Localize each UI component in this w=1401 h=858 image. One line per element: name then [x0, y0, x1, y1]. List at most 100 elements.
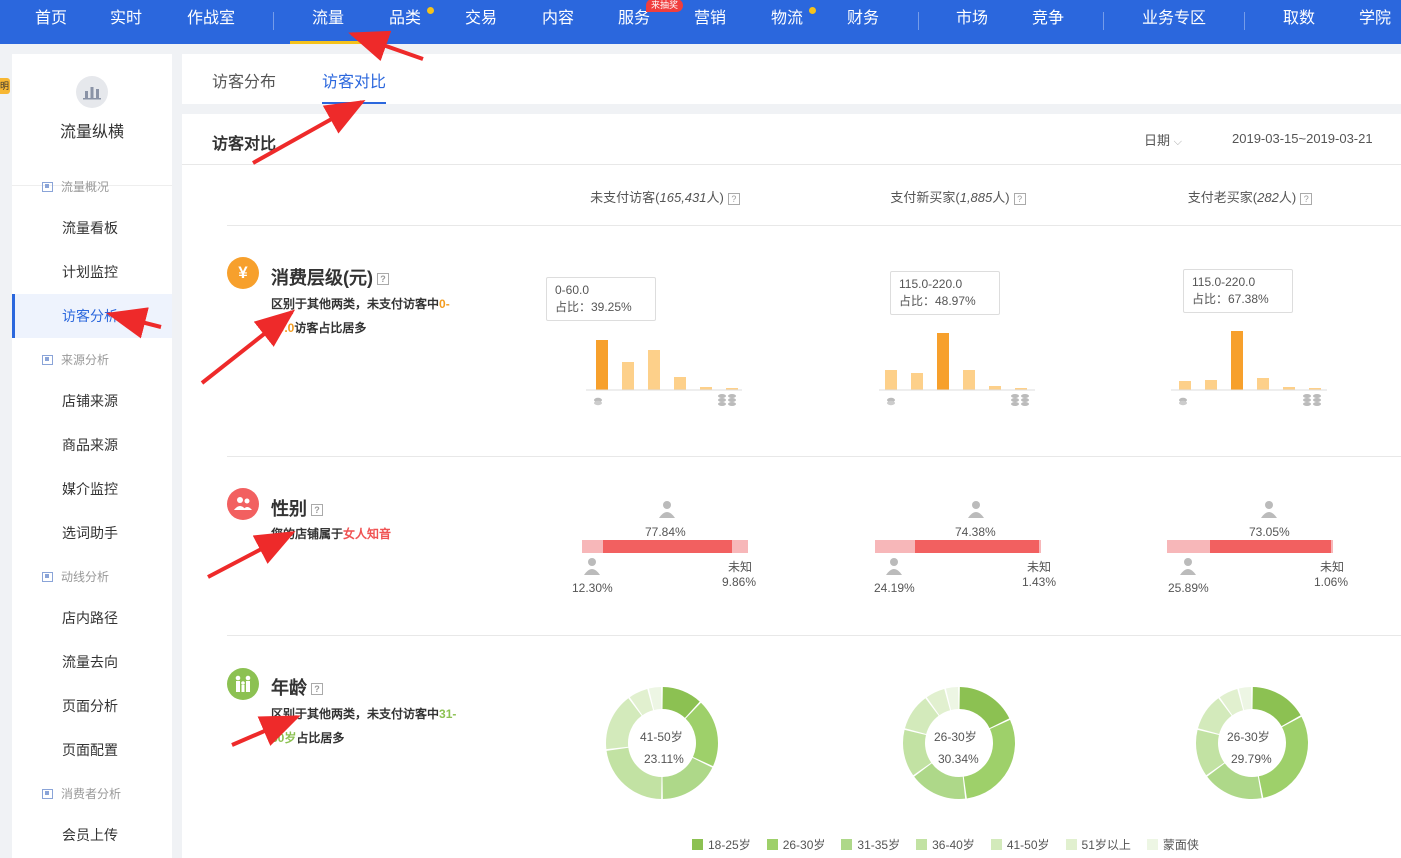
donut-center-label: 26-30岁	[934, 730, 977, 744]
bar[interactable]	[648, 350, 660, 390]
sidebar-group-source: 来源分析	[42, 351, 109, 368]
legend-swatch	[692, 839, 703, 850]
help-icon[interactable]: ?	[1013, 192, 1026, 205]
donut-center-value: 29.79%	[1231, 752, 1272, 766]
male-percent: 24.19%	[874, 581, 915, 595]
donut-segment[interactable]	[959, 687, 1010, 729]
sidebar-item-page-analysis[interactable]: 页面分析	[12, 684, 172, 728]
male-person-icon	[886, 558, 902, 575]
sidebar-item-shop-source[interactable]: 店铺来源	[12, 379, 172, 423]
sidebar-item-keyword-helper[interactable]: 选词助手	[12, 511, 172, 555]
sidebar-item-product-source[interactable]: 商品来源	[12, 423, 172, 467]
section-divider	[227, 456, 1401, 457]
nav-home[interactable]: 首页	[33, 0, 69, 44]
bar[interactable]	[963, 370, 975, 390]
sidebar-item-media-monitor[interactable]: 媒介监控	[12, 467, 172, 511]
side-collapsed-tab[interactable]: 明	[0, 78, 10, 94]
tab-visitor-comparison[interactable]: 访客对比	[322, 68, 387, 104]
legend-item[interactable]: 26-30岁	[766, 836, 825, 853]
female-person-icon	[1261, 501, 1277, 518]
date-dropdown[interactable]: 日期 ⌵	[1144, 130, 1182, 149]
top-nav: 首页 实时 作战室 流量 品类 交易 内容 服务 来抽奖 营销 物流 财务 市场…	[0, 0, 1401, 44]
legend-swatch	[766, 839, 778, 850]
nav-logistics[interactable]: 物流	[769, 0, 805, 44]
bar[interactable]	[1231, 331, 1243, 390]
sidebar-item-page-config[interactable]: 页面配置	[12, 728, 172, 772]
nav-trade[interactable]: 交易	[463, 0, 499, 44]
help-icon[interactable]: ?	[1300, 192, 1313, 205]
sidebar-item-plan-monitor[interactable]: 计划监控	[12, 250, 172, 294]
bar[interactable]	[596, 340, 608, 390]
bar[interactable]	[1205, 380, 1217, 390]
nav-marketing[interactable]: 营销	[692, 0, 728, 44]
bar[interactable]	[1179, 381, 1191, 390]
nav-category[interactable]: 品类	[387, 0, 423, 44]
gender-bar[interactable]	[582, 540, 748, 553]
unknown-label: 未知	[1027, 560, 1052, 574]
nav-warroom[interactable]: 作战室	[184, 0, 238, 44]
help-icon[interactable]: ?	[311, 504, 323, 517]
bar[interactable]	[674, 377, 686, 390]
female-bar-fill	[915, 540, 1039, 553]
legend-item[interactable]: 18-25岁	[692, 836, 751, 853]
tooltip-range: 0-60.0	[555, 283, 590, 297]
nav-academy[interactable]: 学院	[1357, 0, 1393, 44]
help-icon[interactable]: ?	[311, 683, 323, 696]
male-person-icon	[584, 558, 600, 575]
donut-center-label: 26-30岁	[1227, 730, 1270, 744]
nav-competition[interactable]: 竞争	[1030, 0, 1066, 44]
nav-business-zone[interactable]: 业务专区	[1140, 0, 1208, 44]
nav-data-fetch[interactable]: 取数	[1281, 0, 1317, 44]
bar[interactable]	[622, 362, 634, 390]
nav-separator	[918, 12, 919, 30]
legend-item[interactable]: 31-35岁	[841, 836, 900, 853]
column-name: 支付新买家	[890, 190, 956, 205]
desc-text: 您的店铺属于	[271, 527, 344, 541]
nav-finance[interactable]: 财务	[845, 0, 881, 44]
female-person-icon	[968, 501, 984, 518]
column-unit: 人	[706, 190, 720, 205]
sidebar: 流量纵横 流量概况 流量看板 计划监控 访客分析 来源分析 店铺来源 商品来源 …	[12, 54, 172, 858]
coin-small-icon	[594, 397, 602, 406]
sidebar-item-dashboard[interactable]: 流量看板	[12, 206, 172, 250]
nav-content[interactable]: 内容	[540, 0, 576, 44]
tab-visitor-distribution[interactable]: 访客分布	[212, 68, 276, 104]
column-name: 支付老买家	[1187, 190, 1253, 205]
legend-label: 31-35岁	[857, 838, 901, 852]
bar[interactable]	[911, 373, 923, 390]
legend-item[interactable]: 36-40岁	[916, 836, 975, 853]
legend-item[interactable]: 51岁以上	[1065, 836, 1131, 853]
group-label: 来源分析	[61, 353, 110, 367]
nav-traffic[interactable]: 流量	[290, 0, 366, 44]
female-bar-fill	[603, 540, 732, 553]
gender-bar[interactable]	[875, 540, 1041, 553]
donut-segment[interactable]	[685, 702, 718, 767]
help-icon[interactable]: ?	[727, 192, 740, 205]
female-bar-fill	[1210, 540, 1331, 553]
age-legend: 18-25岁 26-30岁 31-35岁 36-40岁 41-50岁 51岁以上…	[692, 836, 1215, 853]
nav-realtime[interactable]: 实时	[108, 0, 144, 44]
bar[interactable]	[1257, 378, 1269, 390]
sidebar-item-shop-path[interactable]: 店内路径	[12, 596, 172, 640]
bar[interactable]	[937, 333, 949, 390]
tabs-bar: 访客分布 访客对比	[182, 54, 1401, 104]
legend-item[interactable]: 蒙面侠	[1146, 836, 1199, 853]
legend-item[interactable]: 41-50岁	[990, 836, 1050, 853]
page-title: 访客对比	[212, 136, 277, 153]
section-desc-gender: 您的店铺属于女人知音	[271, 522, 461, 546]
notification-dot	[427, 7, 434, 14]
main-panel: 访客对比 日期 ⌵ 2019-03-15~2019-03-21 未支付访客(16…	[182, 114, 1401, 858]
sidebar-item-traffic-destination[interactable]: 流量去向	[12, 640, 172, 684]
donut-center-label: 41-50岁	[640, 730, 683, 744]
nav-market[interactable]: 市场	[954, 0, 990, 44]
spend-bar-chart-new-buyer	[879, 333, 1035, 406]
sidebar-item-member-upload[interactable]: 会员上传	[12, 813, 172, 857]
sidebar-item-visitor-analysis[interactable]: 访客分析	[12, 294, 172, 338]
donut-segment[interactable]	[1252, 687, 1301, 727]
bar[interactable]	[885, 370, 897, 390]
gender-bar[interactable]	[1167, 540, 1333, 553]
help-icon[interactable]: ?	[377, 273, 389, 286]
female-percent: 77.84%	[645, 525, 686, 539]
bar[interactable]	[989, 386, 1001, 390]
service-badge: 来抽奖	[646, 0, 684, 12]
